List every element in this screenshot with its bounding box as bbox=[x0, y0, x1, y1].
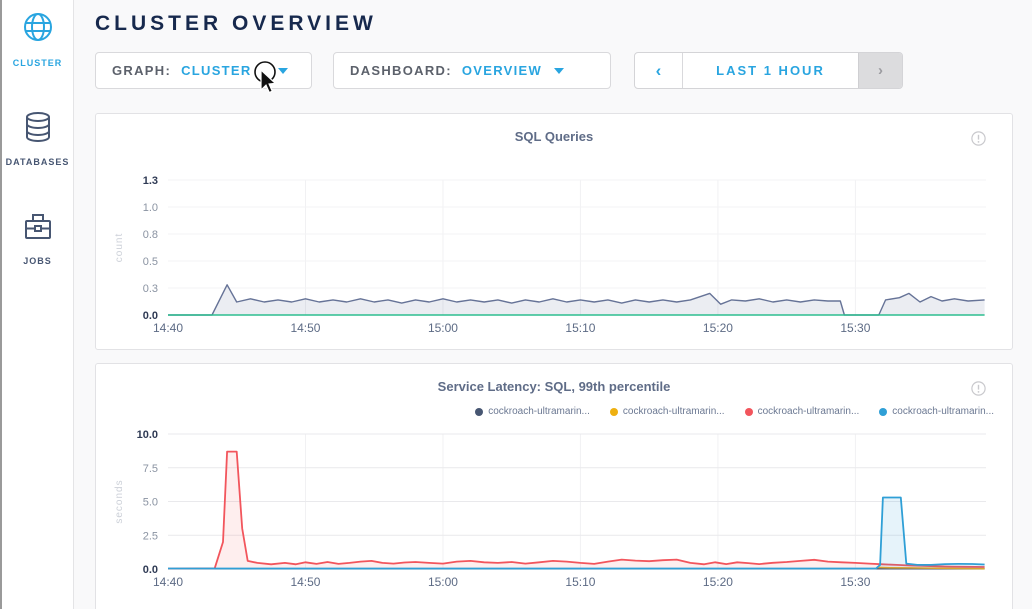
x-tick-label: 14:50 bbox=[290, 321, 320, 335]
sidebar: CLUSTER DATABASES bbox=[2, 0, 74, 609]
legend-dot-icon bbox=[475, 408, 483, 416]
dashboard-dropdown-value: OVERVIEW bbox=[462, 63, 542, 78]
series-fill bbox=[168, 498, 985, 570]
gridlines bbox=[168, 434, 986, 569]
x-tick-label: 14:40 bbox=[153, 575, 183, 589]
y-tick-label: 0.3 bbox=[143, 283, 158, 295]
sidebar-item-databases[interactable]: DATABASES bbox=[2, 71, 73, 170]
time-window-label[interactable]: LAST 1 HOUR bbox=[683, 53, 858, 88]
service-latency-card: Service Latency: SQL, 99th percentile co… bbox=[95, 363, 1013, 609]
sidebar-item-cluster[interactable]: CLUSTER bbox=[2, 0, 73, 71]
main-area: CLUSTER OVERVIEW GRAPH: CLUSTER DASHBOAR… bbox=[74, 0, 1032, 609]
series-line bbox=[168, 498, 985, 569]
x-tick-label: 15:30 bbox=[840, 575, 870, 589]
legend-item[interactable]: cockroach-ultramarin... bbox=[610, 406, 725, 417]
y-tick-label: 1.3 bbox=[143, 175, 158, 187]
y-tick-label: 0.5 bbox=[143, 256, 158, 268]
legend-item[interactable]: cockroach-ultramarin... bbox=[475, 406, 590, 417]
legend-label: cockroach-ultramarin... bbox=[758, 406, 860, 417]
globe-icon bbox=[2, 10, 73, 49]
series-fill bbox=[168, 452, 985, 569]
sidebar-item-jobs[interactable]: JOBS bbox=[2, 170, 73, 269]
sidebar-item-label: CLUSTER bbox=[13, 58, 63, 68]
time-window-next-button[interactable]: › bbox=[858, 53, 902, 88]
x-tick-label: 15:00 bbox=[428, 575, 458, 589]
sql-queries-chart: 0.00.30.50.81.01.314:4014:5015:0015:1015… bbox=[96, 170, 1014, 340]
x-tick-label: 14:40 bbox=[153, 321, 183, 335]
legend-label: cockroach-ultramarin... bbox=[488, 406, 590, 417]
legend-item[interactable]: cockroach-ultramarin... bbox=[879, 406, 994, 417]
y-tick-label: 0.8 bbox=[143, 229, 158, 241]
briefcase-icon bbox=[2, 212, 73, 247]
time-window-selector: ‹ LAST 1 HOUR › bbox=[634, 52, 903, 89]
chevron-down-icon bbox=[278, 68, 288, 74]
sql-queries-card: SQL Queries 0.00.30.50.81.01.314:4014:50… bbox=[95, 113, 1013, 350]
chart-title: Service Latency: SQL, 99th percentile bbox=[96, 364, 1012, 394]
cluster-overview-page: CLUSTER DATABASES bbox=[0, 0, 1032, 609]
legend-label: cockroach-ultramarin... bbox=[892, 406, 994, 417]
x-tick-label: 15:10 bbox=[565, 575, 595, 589]
page-title: CLUSTER OVERVIEW bbox=[95, 0, 1013, 36]
gridlines bbox=[168, 180, 986, 315]
y-tick-label: 7.5 bbox=[143, 463, 158, 475]
graph-dropdown[interactable]: GRAPH: CLUSTER bbox=[95, 52, 312, 89]
database-icon bbox=[2, 111, 73, 148]
legend-dot-icon bbox=[610, 408, 618, 416]
chart-title: SQL Queries bbox=[96, 114, 1012, 144]
y-axis-unit-label: seconds bbox=[114, 479, 125, 523]
x-tick-label: 15:20 bbox=[703, 321, 733, 335]
legend-dot-icon bbox=[745, 408, 753, 416]
sidebar-item-label: JOBS bbox=[23, 256, 52, 266]
chevron-down-icon bbox=[554, 68, 564, 74]
sidebar-item-label: DATABASES bbox=[6, 157, 70, 167]
y-tick-label: 2.5 bbox=[143, 530, 158, 542]
graph-dropdown-value: CLUSTER bbox=[181, 63, 252, 78]
legend-item[interactable]: cockroach-ultramarin... bbox=[745, 406, 860, 417]
time-window-prev-button[interactable]: ‹ bbox=[635, 53, 683, 88]
x-tick-label: 15:00 bbox=[428, 321, 458, 335]
x-tick-label: 15:30 bbox=[840, 321, 870, 335]
x-tick-label: 15:10 bbox=[565, 321, 595, 335]
dashboard-dropdown-label: DASHBOARD: bbox=[350, 63, 452, 78]
dashboard-dropdown[interactable]: DASHBOARD: OVERVIEW bbox=[333, 52, 611, 89]
series-line bbox=[168, 452, 985, 569]
info-icon[interactable] bbox=[971, 131, 986, 151]
x-tick-label: 14:50 bbox=[290, 575, 320, 589]
legend-label: cockroach-ultramarin... bbox=[623, 406, 725, 417]
controls-bar: GRAPH: CLUSTER DASHBOARD: OVERVIEW ‹ LAS… bbox=[95, 52, 1013, 89]
graph-dropdown-label: GRAPH: bbox=[112, 63, 171, 78]
y-axis-unit-label: count bbox=[114, 233, 125, 262]
x-tick-label: 15:20 bbox=[703, 575, 733, 589]
service-latency-chart: 0.02.55.07.510.014:4014:5015:0015:1015:2… bbox=[96, 424, 1014, 594]
chart-legend: cockroach-ultramarin... cockroach-ultrama… bbox=[475, 406, 994, 417]
y-tick-label: 10.0 bbox=[137, 429, 158, 441]
y-tick-label: 1.0 bbox=[143, 202, 158, 214]
legend-dot-icon bbox=[879, 408, 887, 416]
y-tick-label: 5.0 bbox=[143, 497, 158, 509]
info-icon[interactable] bbox=[971, 381, 986, 401]
